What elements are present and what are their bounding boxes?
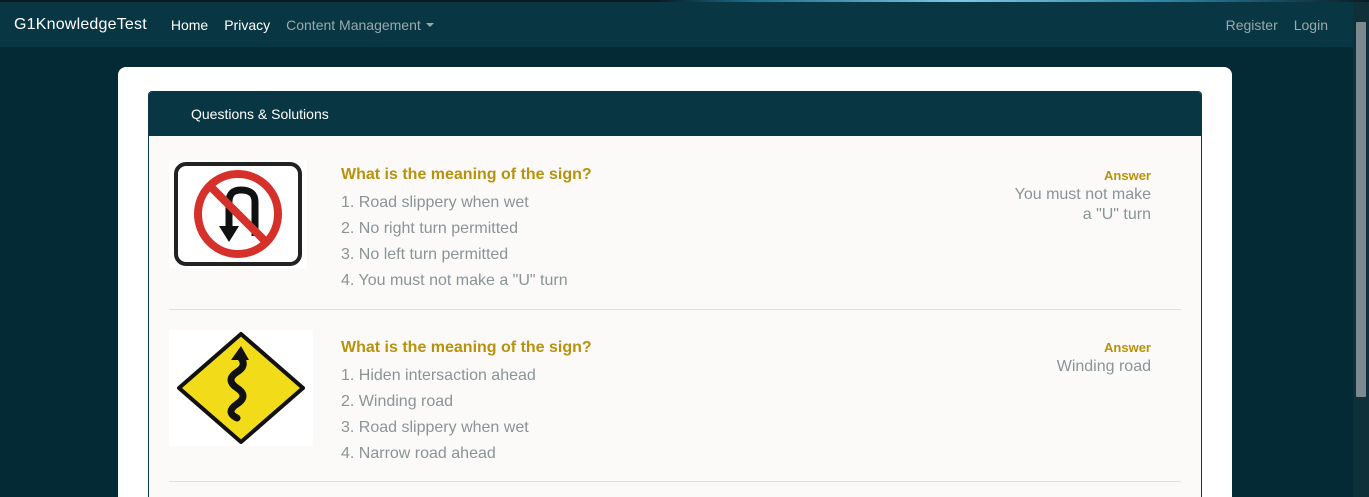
- answer-block: Answer You must not make a "U" turn: [951, 168, 1151, 225]
- questions-card: Questions & Solutions What is the meanin…: [148, 91, 1202, 497]
- nav-privacy[interactable]: Privacy: [224, 17, 270, 33]
- page-scrollbar[interactable]: [1353, 2, 1369, 497]
- option-1: 1. Road slippery when wet: [341, 194, 529, 211]
- question-text: What is the meaning of the sign?: [341, 166, 592, 183]
- nav-right-group: Register Login: [1226, 17, 1344, 33]
- answer-text-line1: Winding road: [1056, 358, 1151, 375]
- nav-home[interactable]: Home: [171, 17, 208, 33]
- answer-text-line2: a "U" turn: [1082, 206, 1151, 223]
- question-body: What is the meaning of the sign? 1. Hide…: [341, 339, 592, 467]
- question-row: What is the meaning of the sign? 1. Road…: [169, 136, 1181, 310]
- answer-text-line1: You must not make: [1014, 186, 1151, 203]
- content-card: Questions & Solutions What is the meanin…: [118, 67, 1232, 497]
- scrollbar-thumb[interactable]: [1356, 22, 1366, 397]
- option-2: 2. No right turn permitted: [341, 220, 518, 237]
- answer-block: Answer Winding road: [951, 340, 1151, 377]
- answer-label: Answer: [1104, 168, 1151, 183]
- question-text: What is the meaning of the sign?: [341, 339, 592, 356]
- question-body: What is the meaning of the sign? 1. Road…: [341, 166, 592, 294]
- option-3: 3. No left turn permitted: [341, 246, 509, 263]
- option-2: 2. Winding road: [341, 393, 454, 410]
- nav-content-management-label: Content Management: [286, 16, 421, 33]
- no-u-turn-sign-icon: [169, 160, 307, 268]
- option-4: 4. Narrow road ahead: [341, 445, 496, 462]
- brand-logo[interactable]: G1KnowledgeTest: [14, 16, 147, 34]
- nav-content-management-dropdown[interactable]: Content Management: [286, 17, 434, 33]
- card-header: Questions & Solutions: [149, 92, 1201, 136]
- option-1: 1. Hiden intersaction ahead: [341, 367, 536, 384]
- answer-label: Answer: [1104, 340, 1151, 355]
- navbar: G1KnowledgeTest Home Privacy Content Man…: [0, 2, 1353, 47]
- caret-down-icon: [425, 22, 434, 27]
- winding-road-sign-icon: [169, 330, 313, 446]
- nav-register[interactable]: Register: [1226, 17, 1278, 33]
- question-row: What is the meaning of the sign? 1. Hide…: [169, 310, 1181, 482]
- nav-login[interactable]: Login: [1294, 17, 1328, 33]
- option-3: 3. Road slippery when wet: [341, 419, 529, 436]
- option-4: 4. You must not make a "U" turn: [341, 272, 568, 289]
